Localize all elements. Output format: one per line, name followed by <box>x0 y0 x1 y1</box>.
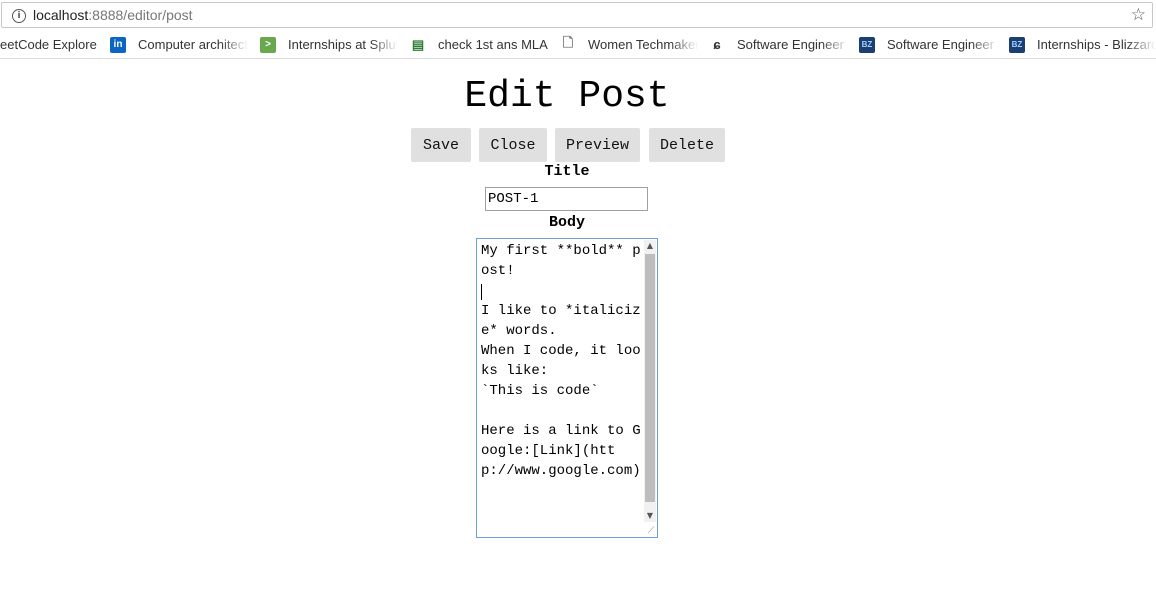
url-host: localhost <box>33 7 89 23</box>
close-button[interactable]: Close <box>479 128 547 162</box>
body-label: Body <box>548 214 585 231</box>
bookmark-item[interactable]: eetCode Explore <box>0 31 104 58</box>
url-path: :8888/editor/post <box>88 7 193 23</box>
star-icon[interactable]: ☆ <box>1131 5 1146 25</box>
scroll-down-arrow-icon[interactable]: ▼ <box>644 510 656 522</box>
bookmark-item[interactable]: > Internships at Splu <box>260 31 398 58</box>
bookmark-label: Women Techmakers <box>588 37 698 52</box>
scroll-thumb[interactable] <box>645 254 655 502</box>
scroll-up-arrow-icon[interactable]: ▲ <box>644 240 656 252</box>
body-textarea[interactable]: My first **bold** post! I like to *itali… <box>476 238 658 538</box>
title-input[interactable] <box>485 187 648 211</box>
grid-icon: ▤ <box>411 36 425 52</box>
bookmark-label: check 1st ans MLA <box>438 37 548 52</box>
scrollbar[interactable]: ▲ ▼ <box>644 240 656 522</box>
bookmark-label: Internships at Splu <box>288 37 396 52</box>
bookmark-label: Internships - Blizzard <box>1037 37 1156 52</box>
bookmark-label: Software Engineer <box>737 37 844 52</box>
preview-button[interactable]: Preview <box>555 128 640 162</box>
address-bar: i localhost:8888/editor/post ☆ <box>0 0 1156 31</box>
resize-handle-icon[interactable]: ⟋ <box>646 526 656 536</box>
page-icon: 🗋 <box>562 34 574 50</box>
bookmark-item[interactable]: in Computer architect <box>110 31 248 58</box>
bookmark-item[interactable]: 🗋 Women Techmakers <box>560 31 698 58</box>
bookmark-label: eetCode Explore <box>0 37 97 52</box>
blizzard-icon: BZ <box>859 36 875 53</box>
url-box[interactable]: i localhost:8888/editor/post ☆ <box>1 2 1153 28</box>
swirl-icon: ɕ <box>713 37 721 52</box>
bookmark-label: Computer architect <box>138 37 248 52</box>
bookmark-label: Software Engineer <box>887 37 994 52</box>
body-text[interactable]: My first **bold** post! I like to *itali… <box>481 241 643 481</box>
title-label: Title <box>544 163 590 180</box>
text-caret <box>481 284 482 300</box>
terminal-icon: > <box>260 36 276 53</box>
delete-button[interactable]: Delete <box>649 128 725 162</box>
linkedin-icon: in <box>110 36 126 53</box>
save-button[interactable]: Save <box>411 128 471 162</box>
bookmark-item[interactable]: ɕ Software Engineer <box>709 31 849 58</box>
bookmark-item[interactable]: BZ Software Engineer <box>859 31 999 58</box>
page-title: Edit Post <box>464 75 670 118</box>
info-icon[interactable]: i <box>12 9 26 23</box>
url-text[interactable]: localhost:8888/editor/post <box>33 7 193 23</box>
bookmarks-bar: eetCode Explore in Computer architect > … <box>0 31 1156 59</box>
bookmark-item[interactable]: ▤ check 1st ans MLA <box>410 31 552 58</box>
blizzard-icon: BZ <box>1009 36 1025 53</box>
bookmark-item[interactable]: BZ Internships - Blizzard <box>1009 31 1156 58</box>
